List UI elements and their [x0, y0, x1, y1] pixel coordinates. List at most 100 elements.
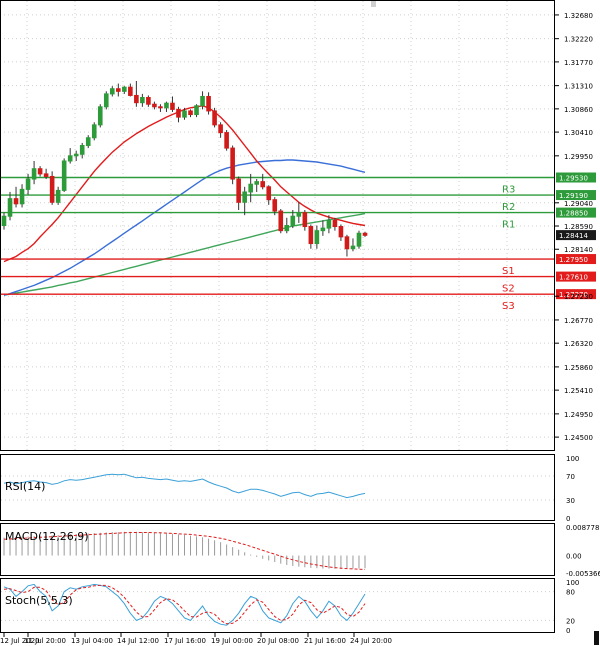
level-name-r1: R1 [502, 220, 515, 231]
candle-bull [79, 145, 85, 155]
candle-bull [103, 93, 109, 108]
price-tick-label: 1.26320 [564, 340, 593, 348]
candle-bear [146, 97, 151, 105]
candle-bull [314, 230, 320, 245]
price-tick-label: 1.24500 [564, 434, 593, 442]
candle-bear [158, 106, 163, 109]
price-tick-label: 1.24950 [564, 411, 593, 419]
macd-tick-label: -0.005366 [566, 570, 600, 578]
candle-bear [338, 226, 344, 238]
time-tick-label: 19 Jul 00:00 [211, 637, 253, 645]
stoch-tick-label: 0 [566, 627, 570, 635]
level-name-s1: S1 [502, 266, 515, 277]
level-price-label: 1.28850 [559, 210, 588, 218]
stoch-tick-label: 100 [566, 579, 579, 587]
stoch-title: Stoch(5,5,3) [5, 594, 73, 607]
candle-bear [128, 86, 133, 96]
rsi-title: RSI(14) [5, 480, 45, 493]
candle-bear [272, 199, 278, 212]
candle-bear [13, 198, 19, 205]
candle-bear [212, 110, 217, 126]
price-panel [0, 0, 555, 451]
candle-bull [164, 102, 169, 109]
candle-bull [248, 183, 253, 193]
candle-bear [224, 132, 229, 149]
candle-bull [284, 225, 290, 232]
rsi-tick-label: 0 [566, 515, 570, 523]
level-price-label: 1.27950 [559, 256, 588, 264]
candle-bear [176, 108, 181, 118]
candle-bear [43, 173, 49, 177]
candle-bull [140, 97, 145, 104]
candle-bull [67, 155, 73, 162]
price-tick-label: 1.30410 [564, 129, 593, 137]
price-tick-label: 1.25410 [564, 387, 593, 395]
price-tick-label: 1.25860 [564, 364, 593, 372]
candle-bear [308, 226, 314, 245]
candle-bull [109, 88, 115, 95]
rsi-tick-label: 30 [566, 497, 575, 505]
candle-bear [116, 88, 121, 92]
rsi-panel [0, 454, 555, 521]
price-tick-label: 1.28140 [564, 246, 593, 254]
candle-bull [290, 215, 296, 226]
candle-bear [206, 95, 211, 112]
time-axis: 12 Jul 202011 Jul 20:00 13 Jul 04:00 14 Ju… [0, 633, 392, 645]
candle-bull [25, 178, 31, 190]
candle-bull [350, 245, 356, 250]
candle-bear [344, 236, 350, 250]
candle-bull [73, 153, 79, 157]
level-price-label: 1.27610 [559, 274, 588, 282]
candle-bull [296, 212, 302, 217]
top-marker-icon [371, 1, 376, 7]
candle-bear [266, 186, 272, 201]
candle-bull [320, 227, 326, 232]
time-tick-label: 14 Jul 12:00 [117, 637, 159, 645]
candle-bear [362, 232, 368, 236]
time-tick-label: 11 Jul 20:00 [24, 637, 66, 645]
level-name-s3: S3 [502, 301, 515, 312]
time-tick-label: 13 Jul 04:00 [71, 637, 113, 645]
price-tick-label: 1.29950 [564, 153, 593, 161]
candle-bull [1, 215, 7, 226]
level-name-r2: R2 [502, 202, 515, 213]
candle-bull [194, 105, 199, 116]
candle-bull [19, 188, 25, 205]
candle-bull [91, 124, 97, 139]
price-tick-label: 1.31310 [564, 83, 593, 91]
current-price-label: 1.28414 [559, 232, 588, 240]
candle-bear [170, 102, 175, 110]
macd-tick-label: 0.008778 [566, 524, 599, 532]
stoch-tick-label: 80 [566, 589, 575, 597]
candle-bear [188, 110, 193, 116]
candle-bull [200, 95, 205, 107]
price-tick-label: 1.28590 [564, 223, 593, 231]
candle-bull [85, 137, 91, 147]
level-name-s2: S2 [502, 284, 515, 295]
macd-tick-label: 0.00 [566, 553, 582, 561]
candle-bear [49, 175, 55, 203]
candle-bull [55, 189, 61, 203]
price-tick-label: 1.26770 [564, 317, 593, 325]
candle-bull [31, 168, 37, 180]
candle-bull [182, 110, 187, 118]
time-tick-label: 21 Jul 16:00 [304, 637, 346, 645]
rsi-tick-label: 70 [566, 473, 575, 481]
candle-bull [356, 232, 362, 247]
level-name-r3: R3 [502, 185, 515, 196]
candle-bull [254, 181, 260, 185]
price-tick-label: 1.32220 [564, 36, 593, 44]
price-axis: 1.32680 1.32220 1.31770 1.31310 1.30860 1.304… [554, 12, 593, 442]
time-tick-label: 24 Jul 20:00 [350, 637, 392, 645]
macd-title: MACD(12,26,9) [5, 530, 89, 543]
candle-bull [7, 198, 13, 217]
price-tick-label: 1.30860 [564, 106, 593, 114]
candle-bear [260, 181, 266, 188]
scroll-handle[interactable] [594, 631, 599, 645]
candle-bear [218, 124, 223, 134]
candle-bear [230, 147, 235, 180]
candle-bear [332, 219, 338, 228]
candle-bull [326, 219, 332, 229]
candle-bear [134, 94, 139, 104]
price-tick-label: 1.31770 [564, 59, 593, 67]
